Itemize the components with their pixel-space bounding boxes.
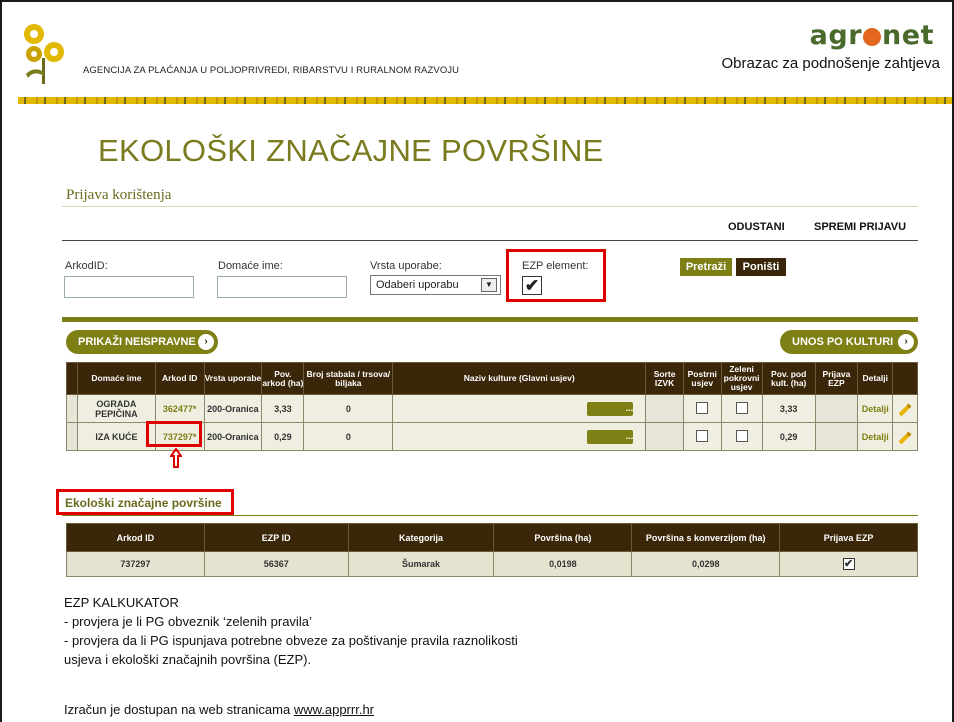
cell-kategorija: Šumarak: [347, 551, 495, 577]
cell-povrsina: 0,0198: [493, 551, 633, 577]
cell-pov: 3,33: [261, 394, 305, 423]
postrni-checkbox[interactable]: [696, 429, 709, 442]
domace-input[interactable]: [217, 276, 347, 298]
chevron-down-icon: ▼: [481, 278, 497, 292]
cell-ezp-id: 56367: [203, 551, 349, 577]
col-header: Postrni usjev: [682, 362, 722, 395]
divider: [62, 240, 918, 241]
cell-vrsta: 200-Oranica: [203, 422, 263, 451]
cell-arkod: 737297: [66, 551, 205, 577]
pencil-icon[interactable]: [898, 431, 912, 444]
cell-broj: 0: [303, 422, 394, 451]
col-header: Naziv kulture (Glavni usjev): [392, 362, 647, 395]
cell-name: OGRADA PEPIČINA: [77, 394, 156, 423]
col-header: Zeleni pokrovni usjev: [720, 362, 763, 395]
col-header: EZP ID: [203, 523, 349, 552]
ezp-checkbox[interactable]: ✔: [522, 276, 542, 295]
culture-select-button[interactable]: ...: [587, 401, 634, 416]
arrow-right-icon: ›: [898, 334, 914, 350]
search-button[interactable]: Pretraži: [680, 258, 732, 276]
col-header: Vrsta uporabe: [203, 362, 263, 395]
agronet-logo: agr net: [809, 20, 934, 51]
col-header: Prijava EZP: [814, 362, 858, 395]
notes-availability: Izračun je dostupan na web stranicama ww…: [64, 702, 375, 717]
vrsta-select[interactable]: Odaberi uporabu ▼: [370, 275, 501, 295]
header-stripe: [18, 97, 952, 104]
cell-pov-kult: 0,29: [761, 422, 816, 451]
cell-pov: 0,29: [261, 422, 305, 451]
col-header: Površina s konverzijom (ha): [631, 523, 781, 552]
arrow-up-icon: [170, 448, 182, 468]
arrow-right-icon: ›: [198, 334, 214, 350]
crop-entry-button[interactable]: UNOS PO KULTURI ›: [780, 330, 918, 354]
reset-button[interactable]: Poništi: [736, 258, 786, 276]
divider: [62, 206, 918, 207]
cell-konverzija: 0,0298: [631, 551, 781, 577]
highlight-box: [506, 249, 606, 302]
zeleni-checkbox[interactable]: [735, 401, 748, 414]
col-header: Kategorija: [347, 523, 495, 552]
details-link[interactable]: Detalji: [856, 394, 894, 423]
cell-broj: 0: [303, 394, 394, 423]
col-header: Detalji: [856, 362, 894, 395]
table-row: OGRADA PEPIČINA 362477* 200-Oranica 3,33…: [65, 394, 918, 423]
highlight-box: [146, 421, 202, 447]
col-header: Domaće ime: [77, 362, 156, 395]
save-link[interactable]: SPREMI PRIJAVU: [814, 221, 906, 233]
col-header: Pov. pod kult. (ha): [761, 362, 816, 395]
arkod-label: ArkodID:: [65, 260, 108, 272]
table-row: 737297 56367 Šumarak 0,0198 0,0298 ✔: [66, 551, 918, 577]
apprrr-logo: [24, 24, 64, 84]
header-subtitle: Obrazac za podnošenje zahtjeva: [721, 55, 940, 72]
domace-label: Domaće ime:: [218, 260, 283, 272]
col-header: Arkod ID: [66, 523, 205, 552]
notes-line: usjeva i ekološki značajnih površina (EZ…: [64, 652, 312, 667]
col-header: Prijava EZP: [779, 523, 918, 552]
apprrr-link[interactable]: www.apprrr.hr: [294, 702, 374, 717]
ezp-row-checkbox[interactable]: ✔: [842, 558, 855, 570]
table-header: Domaće ime Arkod ID Vrsta uporabe Pov. a…: [65, 362, 918, 395]
apple-icon: [863, 28, 882, 46]
postrni-checkbox[interactable]: [696, 401, 709, 414]
cancel-link[interactable]: ODUSTANI: [728, 221, 785, 233]
agency-name: AGENCIJA ZA PLAĆANJA U POLJOPRIVREDI, RI…: [83, 65, 460, 76]
ezp-section-title: Ekološki značajne površine: [56, 489, 234, 515]
col-header: Arkod ID: [154, 362, 205, 395]
cell-vrsta: 200-Oranica: [203, 394, 263, 423]
show-invalid-button[interactable]: PRIKAŽI NEISPRAVNE ›: [66, 330, 218, 354]
cell-pov-kult: 3,33: [761, 394, 816, 423]
col-header: Pov. arkod (ha): [261, 362, 305, 395]
divider: [62, 515, 918, 516]
details-link[interactable]: Detalji: [856, 422, 894, 451]
panel-title: Prijava korištenja: [66, 187, 172, 203]
page-title: EKOLOŠKI ZNAČAJNE POVRŠINE: [98, 133, 604, 168]
culture-select-button[interactable]: ...: [587, 429, 634, 444]
vrsta-label: Vrsta uporabe:: [370, 260, 442, 272]
pencil-icon[interactable]: [898, 403, 912, 416]
arkod-input[interactable]: [64, 276, 194, 298]
col-header: Površina (ha): [493, 523, 633, 552]
col-header: Broj stabala / trsova/ biljaka: [303, 362, 394, 395]
cell-arkod[interactable]: 362477*: [154, 394, 205, 423]
notes-line: - provjera da li PG ispunjava potrebne o…: [64, 633, 518, 648]
notes-heading: EZP KALKUKATOR: [64, 595, 179, 610]
notes-line: - provjera je li PG obveznik ‘zelenih pr…: [64, 614, 312, 629]
zeleni-checkbox[interactable]: [735, 429, 748, 442]
col-header: Sorte IZVK: [645, 362, 684, 395]
ezp-table: Arkod ID EZP ID Kategorija Površina (ha)…: [66, 523, 918, 577]
olive-bar: [62, 317, 918, 322]
cell-name: IZA KUĆE: [77, 422, 156, 451]
ezp-label: EZP element:: [522, 260, 589, 272]
table-header: Arkod ID EZP ID Kategorija Površina (ha)…: [66, 523, 918, 552]
